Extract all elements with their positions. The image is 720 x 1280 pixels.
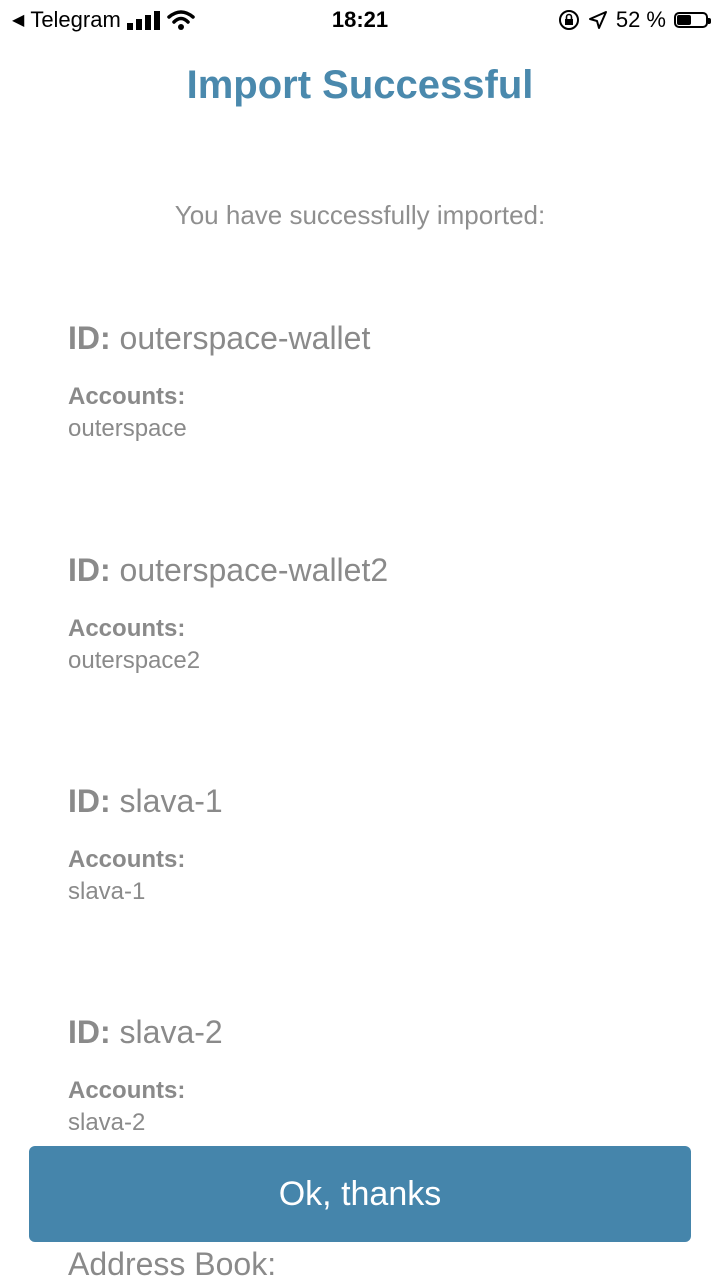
accounts-value: outerspace <box>68 415 187 442</box>
location-icon <box>588 11 607 29</box>
accounts-value: slava-2 <box>68 1109 146 1136</box>
wallet-entry: ID: outerspace-wallet2 Accounts: outersp… <box>68 550 668 676</box>
status-right: 52 % <box>558 6 711 34</box>
wallet-id-label: ID: <box>68 320 111 356</box>
wallet-entry: ID: slava-2 Accounts: slava-2 <box>68 1012 668 1138</box>
orientation-lock-icon <box>558 10 579 30</box>
wallet-id-value: slava-2 <box>119 1014 223 1050</box>
page-subtitle: You have successfully imported: <box>174 200 546 230</box>
ok-thanks-button[interactable]: Ok, thanks <box>29 1146 691 1242</box>
wallet-entry: ID: slava-1 Accounts: slava-1 <box>68 781 668 907</box>
battery-icon <box>674 12 711 28</box>
accounts-label: Accounts: <box>68 615 186 642</box>
wallet-id-label: ID: <box>68 783 111 819</box>
page-title: Import Successful <box>186 63 534 107</box>
wallet-id-value: outerspace-wallet2 <box>119 552 389 588</box>
wallet-id-label: ID: <box>68 552 111 588</box>
wallet-id-value: outerspace-wallet <box>119 320 371 356</box>
address-book-heading: Address Book: <box>68 1246 277 1280</box>
wallet-id-value: slava-1 <box>119 783 223 819</box>
battery-percent: 52 % <box>615 7 666 32</box>
accounts-label: Accounts: <box>68 1077 186 1104</box>
wallet-id: ID: outerspace-wallet2 <box>68 550 668 590</box>
screen: ◀ Telegram 18:21 52 % Import Successful … <box>0 0 720 1280</box>
status-bar: ◀ Telegram 18:21 52 % <box>0 0 720 40</box>
accounts-value: slava-1 <box>68 878 146 905</box>
accounts-label: Accounts: <box>68 846 186 873</box>
accounts-label: Accounts: <box>68 383 186 410</box>
wallet-id: ID: slava-1 <box>68 781 668 821</box>
wallet-id-label: ID: <box>68 1014 111 1050</box>
accounts-value: outerspace2 <box>68 647 201 674</box>
battery-level <box>677 15 691 25</box>
wallet-id: ID: outerspace-wallet <box>68 318 668 358</box>
wallet-entry: ID: outerspace-wallet Accounts: outerspa… <box>68 318 668 444</box>
wallet-id: ID: slava-2 <box>68 1012 668 1052</box>
